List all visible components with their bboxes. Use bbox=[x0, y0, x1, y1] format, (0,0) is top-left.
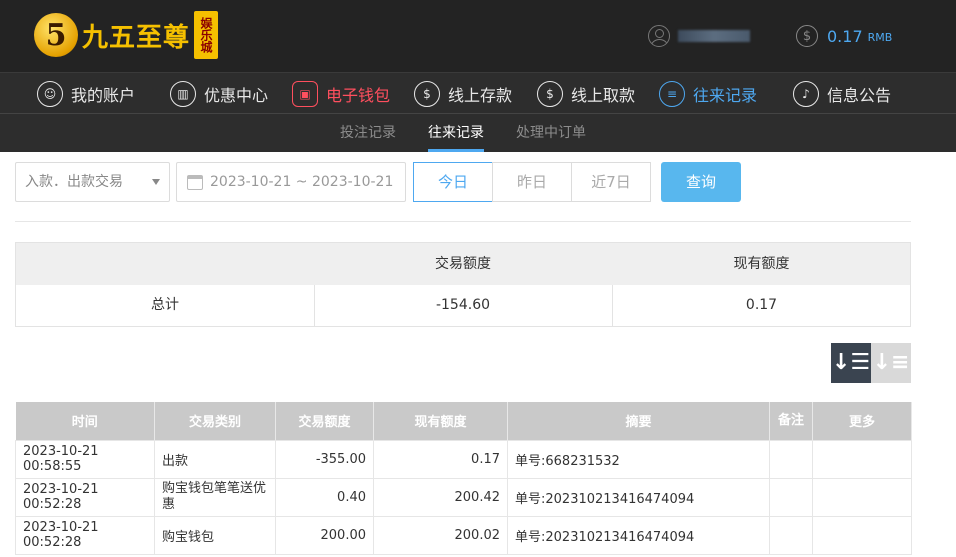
transaction-type-value: 入款．出款交易 bbox=[25, 174, 123, 190]
withdraw-icon: $ bbox=[537, 80, 563, 107]
cell-type: 出款 bbox=[154, 439, 276, 479]
main-nav: ☺ 我的账户 ▥ 优惠中心 ▣ 电子钱包 $ 线上存款 $ 线上取款 ≡ 往来记… bbox=[0, 72, 956, 113]
cell-type: 购宝钱包笔笔送优惠 bbox=[154, 477, 276, 517]
wallet-icon: ▣ bbox=[292, 80, 318, 107]
table-row: 2023-10-21 00:52:28 购宝钱包笔笔送优惠 0.40 200.4… bbox=[15, 477, 912, 517]
cell-remark bbox=[769, 477, 813, 517]
col-time: 时间 bbox=[15, 402, 155, 440]
logo-text: 九五至尊 bbox=[82, 22, 191, 53]
cell-balance: 200.02 bbox=[373, 515, 508, 555]
cell-remark bbox=[769, 439, 813, 479]
user-info[interactable] bbox=[648, 22, 750, 50]
nav-label: 线上存款 bbox=[448, 85, 513, 105]
username-redacted bbox=[678, 30, 750, 42]
tab-bet-records[interactable]: 投注记录 bbox=[340, 114, 396, 152]
balance-value: 0.17 bbox=[827, 26, 863, 46]
query-button[interactable]: 查询 bbox=[661, 162, 741, 202]
sort-descending-button[interactable]: ↓☰ bbox=[831, 343, 871, 383]
today-button[interactable]: 今日 bbox=[413, 162, 493, 202]
balance-display: $ 0.17 RMB bbox=[796, 22, 892, 50]
cell-more[interactable] bbox=[812, 515, 912, 555]
col-amount: 交易额度 bbox=[275, 402, 374, 440]
col-type: 交易类别 bbox=[154, 402, 276, 440]
summary-table: 交易额度 现有额度 总计 -154.60 0.17 bbox=[15, 242, 911, 327]
col-balance: 现有额度 bbox=[373, 402, 508, 440]
calendar-icon bbox=[187, 175, 203, 190]
cell-amount: 0.40 bbox=[275, 477, 374, 517]
bell-icon: ♪ bbox=[793, 80, 819, 107]
user-icon bbox=[648, 25, 670, 47]
cell-amount: 200.00 bbox=[275, 515, 374, 555]
sort-asc-icon: ↓≡ bbox=[872, 350, 910, 375]
nav-my-account[interactable]: ☺ 我的账户 bbox=[37, 73, 135, 114]
nav-label: 优惠中心 bbox=[204, 85, 269, 105]
nav-label: 线上取款 bbox=[571, 85, 636, 105]
summary-header: 交易额度 现有额度 bbox=[16, 243, 910, 285]
cell-amount: -355.00 bbox=[275, 439, 374, 479]
cell-more[interactable] bbox=[812, 439, 912, 479]
col-more: 更多 bbox=[812, 402, 912, 440]
dollar-icon: $ bbox=[796, 25, 818, 47]
nav-e-wallet[interactable]: ▣ 电子钱包 bbox=[292, 73, 390, 114]
nav-label: 信息公告 bbox=[827, 85, 892, 105]
transaction-type-select[interactable]: 入款．出款交易 bbox=[15, 162, 170, 202]
summary-header-amount: 交易额度 bbox=[435, 256, 491, 272]
date-range-value: 2023-10-21 ~ 2023-10-21 bbox=[210, 174, 394, 190]
cell-remark bbox=[769, 515, 813, 555]
summary-header-balance: 现有额度 bbox=[733, 256, 790, 272]
cell-more[interactable] bbox=[812, 477, 912, 517]
site-logo[interactable]: 5 九五至尊 娱乐城 bbox=[34, 10, 219, 60]
logo-badge: 5 bbox=[34, 13, 78, 57]
col-remark: 备注 bbox=[769, 402, 813, 440]
nav-online-withdraw[interactable]: $ 线上取款 bbox=[537, 73, 635, 114]
col-summary: 摘要 bbox=[507, 402, 770, 440]
sort-ascending-button[interactable]: ↓≡ bbox=[871, 343, 911, 383]
sub-nav: 投注记录 往来记录 处理中订单 bbox=[0, 113, 956, 152]
tab-transaction-records[interactable]: 往来记录 bbox=[428, 114, 484, 152]
sort-desc-icon: ↓☰ bbox=[831, 350, 871, 375]
summary-total-label: 总计 bbox=[151, 297, 179, 313]
balance-currency: RMB bbox=[867, 31, 893, 44]
nav-label: 往来记录 bbox=[693, 85, 758, 105]
records-header-row: 时间 交易类别 交易额度 现有额度 摘要 备注 更多 bbox=[15, 402, 912, 440]
records-icon: ≡ bbox=[659, 80, 685, 107]
logo-tag: 娱乐城 bbox=[194, 11, 219, 59]
summary-amount: -154.60 bbox=[435, 297, 491, 313]
last-7-days-button[interactable]: 近7日 bbox=[571, 162, 651, 202]
tab-pending-orders[interactable]: 处理中订单 bbox=[516, 114, 586, 152]
cell-summary: 单号:668231532 bbox=[507, 439, 770, 479]
cell-type: 购宝钱包 bbox=[154, 515, 276, 555]
summary-balance: 0.17 bbox=[745, 297, 778, 313]
nav-records[interactable]: ≡ 往来记录 bbox=[659, 73, 757, 114]
cell-summary: 单号:202310213416474094 bbox=[507, 477, 770, 517]
nav-online-deposit[interactable]: $ 线上存款 bbox=[414, 73, 512, 114]
nav-promotions[interactable]: ▥ 优惠中心 bbox=[170, 73, 268, 114]
table-row: 2023-10-21 00:58:55 出款 -355.00 0.17 单号:6… bbox=[15, 439, 912, 479]
caret-down-icon bbox=[152, 179, 160, 185]
user-circle-icon: ☺ bbox=[37, 80, 63, 107]
cell-summary: 单号:202310213416474094 bbox=[507, 515, 770, 555]
cell-time: 2023-10-21 00:58:55 bbox=[15, 439, 155, 479]
divider bbox=[15, 221, 911, 222]
table-row: 2023-10-21 00:52:28 购宝钱包 200.00 200.02 单… bbox=[15, 515, 912, 555]
cell-time: 2023-10-21 00:52:28 bbox=[15, 515, 155, 555]
cell-time: 2023-10-21 00:52:28 bbox=[15, 477, 155, 517]
gift-icon: ▥ bbox=[170, 80, 196, 107]
nav-label: 我的账户 bbox=[71, 85, 136, 105]
nav-announcements[interactable]: ♪ 信息公告 bbox=[793, 73, 891, 114]
date-range-input[interactable]: 2023-10-21 ~ 2023-10-21 bbox=[176, 162, 406, 202]
cell-balance: 200.42 bbox=[373, 477, 508, 517]
deposit-icon: $ bbox=[414, 80, 440, 107]
yesterday-button[interactable]: 昨日 bbox=[492, 162, 572, 202]
records-table: 时间 交易类别 交易额度 现有额度 摘要 备注 更多 2023-10-21 00… bbox=[15, 402, 912, 555]
nav-label: 电子钱包 bbox=[326, 85, 391, 105]
summary-row: 总计 -154.60 0.17 bbox=[16, 285, 910, 326]
cell-balance: 0.17 bbox=[373, 439, 508, 479]
top-bar: 5 九五至尊 娱乐城 $ 0.17 RMB bbox=[0, 0, 956, 72]
